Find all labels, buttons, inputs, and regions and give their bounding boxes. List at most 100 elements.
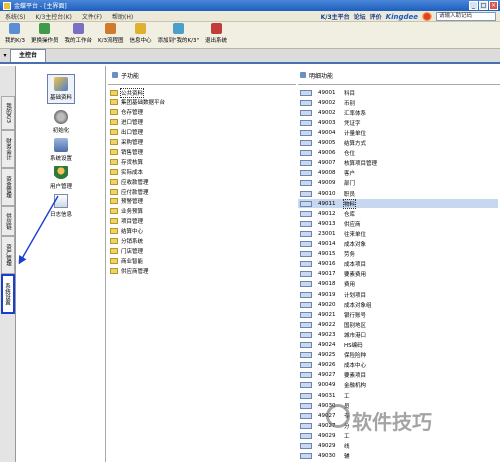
folder-icon xyxy=(110,178,118,185)
message-center-button[interactable]: 信息中心 xyxy=(126,22,154,45)
base-data-icon xyxy=(53,77,68,91)
object-row[interactable]: 49002 汇率体系 xyxy=(298,108,498,117)
rail-tab-finance[interactable]: 财务会计 xyxy=(1,130,15,168)
add-to-my-k3-button[interactable]: 添加到"我的K/3" xyxy=(154,22,202,45)
object-row[interactable]: 49004 计量单位 xyxy=(298,128,498,137)
object-row[interactable]: 49008 客户 xyxy=(298,169,498,178)
module-settings[interactable]: 系统设置 xyxy=(16,138,106,162)
object-row[interactable]: 49013 供应商 xyxy=(298,219,498,228)
object-row[interactable]: 23001 往来单位 xyxy=(298,229,498,238)
link-forum[interactable]: 论坛 xyxy=(354,12,366,21)
object-row[interactable]: 49026 成本中心 xyxy=(298,361,498,370)
object-row[interactable]: 49012 仓库 xyxy=(298,209,498,218)
subfunc-item[interactable]: 结算中心 xyxy=(110,227,143,236)
object-icon xyxy=(300,220,312,227)
object-row[interactable]: 49005 结算方式 xyxy=(298,139,498,148)
object-row[interactable]: 49015 劳务 xyxy=(298,250,498,259)
module-init[interactable]: 初始化 xyxy=(16,110,106,134)
link-k3-platform[interactable]: K/3主平台 xyxy=(321,12,350,21)
folder-icon xyxy=(110,99,118,106)
subfunc-item[interactable]: 应收款管理 xyxy=(110,177,149,186)
object-row[interactable]: 90049 金融机构 xyxy=(298,381,498,390)
object-row[interactable]: 49006 仓位 xyxy=(298,149,498,158)
subfunc-item[interactable]: 仓存管理 xyxy=(110,108,143,117)
subfunc-item[interactable]: 预警管理 xyxy=(110,197,143,206)
subfunc-item[interactable]: 采购管理 xyxy=(110,138,143,147)
object-row[interactable]: 49002 币别 xyxy=(298,98,498,107)
object-row[interactable]: 49003 凭证字 xyxy=(298,118,498,127)
subfunc-item[interactable]: 项目管理 xyxy=(110,217,143,226)
module-log[interactable]: 日志信息 xyxy=(16,194,106,218)
link-evaluate[interactable]: 评价 xyxy=(370,12,382,21)
subfunc-item[interactable]: 销售管理 xyxy=(110,147,143,156)
minimize-button[interactable]: _ xyxy=(469,1,478,10)
rail-tab-funds[interactable]: 资金管理 xyxy=(1,168,15,206)
window-controls: _ □ × xyxy=(469,1,498,10)
object-code: 49024 xyxy=(318,342,336,348)
object-row[interactable]: 49019 计划项目 xyxy=(298,290,498,299)
object-row[interactable]: 49018 费用 xyxy=(298,280,498,289)
subfunc-item[interactable]: 集团基础数据平台 xyxy=(110,98,165,107)
menu-system[interactable]: 系统(S) xyxy=(0,12,31,21)
object-row[interactable]: 49009 部门 xyxy=(298,179,498,188)
object-name: 汇率体系 xyxy=(344,110,367,117)
subfunc-item[interactable]: 应付款管理 xyxy=(110,187,149,196)
object-name: 物料 xyxy=(342,198,357,209)
module-user-mgmt[interactable]: 用户管理 xyxy=(16,166,106,190)
subfunc-item-label: 结算中心 xyxy=(121,229,144,236)
menu-file[interactable]: 文件(F) xyxy=(77,12,107,21)
object-row[interactable]: 49023 城市港口 xyxy=(298,330,498,339)
rail-tab-supply-chain[interactable]: 供应链 xyxy=(1,206,15,236)
object-row[interactable]: 49017 要素费用 xyxy=(298,270,498,279)
switch-operator-button[interactable]: 更换操作员 xyxy=(28,22,62,45)
subfunc-item[interactable]: 业务预算 xyxy=(110,207,143,216)
object-row[interactable]: 49016 成本项目 xyxy=(298,260,498,269)
subfunc-item-label: 存货核算 xyxy=(121,159,144,166)
object-row[interactable]: 49011 物料 xyxy=(298,198,498,209)
subfunc-item-label: 出口管理 xyxy=(121,130,144,137)
object-name: 劳务 xyxy=(344,252,356,259)
rail-tab-system-settings[interactable]: 系统设置 xyxy=(1,274,15,314)
object-row[interactable]: 49024 HS编码 xyxy=(298,341,498,350)
object-row[interactable]: 49022 国别地区 xyxy=(298,320,498,329)
subfunc-item[interactable]: 进口管理 xyxy=(110,118,143,127)
object-row[interactable]: 49031 工 xyxy=(298,391,498,400)
my-workbench-button[interactable]: 我的工作台 xyxy=(61,22,95,45)
object-code: 49002 xyxy=(318,99,336,106)
tab-main-console[interactable]: 主控台 xyxy=(10,49,47,62)
close-button[interactable]: × xyxy=(489,1,498,10)
my-k3-button[interactable]: 我的K/3 xyxy=(2,22,28,45)
subfunc-item[interactable]: 实际成本 xyxy=(110,167,143,176)
kingdee-logo: Kingdee xyxy=(385,12,418,21)
subfunc-item[interactable]: 供应商管理 xyxy=(110,266,149,275)
subfunc-item[interactable]: 存货核算 xyxy=(110,157,143,166)
object-row[interactable]: 49010 职员 xyxy=(298,189,498,198)
subfunc-item[interactable]: 门店管理 xyxy=(110,246,143,255)
exit-system-button[interactable]: 退出系统 xyxy=(202,22,230,45)
object-row[interactable]: 49001 科目 xyxy=(298,88,498,97)
menu-help[interactable]: 帮助(H) xyxy=(107,12,138,21)
object-row[interactable]: 49029 线 xyxy=(298,442,498,451)
object-name: 凭证字 xyxy=(344,120,361,127)
object-row[interactable]: 49021 银行账号 xyxy=(298,310,498,319)
subfunc-item[interactable]: 分销系统 xyxy=(110,237,143,246)
object-code: 49006 xyxy=(318,150,336,157)
object-row[interactable]: 49025 保险险种 xyxy=(298,351,498,360)
object-row[interactable]: 49020 成本对象组 xyxy=(298,300,498,309)
menu-k3-console[interactable]: K/3主控台(K) xyxy=(31,12,77,21)
k3-flowchart-button[interactable]: K/3流程图 xyxy=(95,22,126,45)
tab-scroll-icon[interactable]: ▾ xyxy=(0,49,10,62)
maximize-button[interactable]: □ xyxy=(479,1,488,10)
object-row[interactable]: 49007 核算项目管理 xyxy=(298,159,498,168)
object-row[interactable]: 49014 成本对象 xyxy=(298,240,498,249)
subfunc-item[interactable]: 出口管理 xyxy=(110,128,143,137)
module-base-data[interactable]: 基础资料 xyxy=(16,74,106,104)
rail-tab-assets[interactable]: 资产管理 xyxy=(1,236,15,274)
object-row[interactable]: 49030 辅 xyxy=(298,452,498,461)
object-row[interactable]: 49027 要素项目 xyxy=(298,371,498,380)
subfunc-item[interactable]: 商业智能 xyxy=(110,256,143,265)
mnemonic-input[interactable]: 请输入助记码 xyxy=(436,12,496,21)
rail-tab-my-k3[interactable]: 我的K/3 xyxy=(1,96,15,130)
subfunc-item[interactable]: 公共资料 xyxy=(110,87,145,98)
message-icon xyxy=(134,23,146,34)
